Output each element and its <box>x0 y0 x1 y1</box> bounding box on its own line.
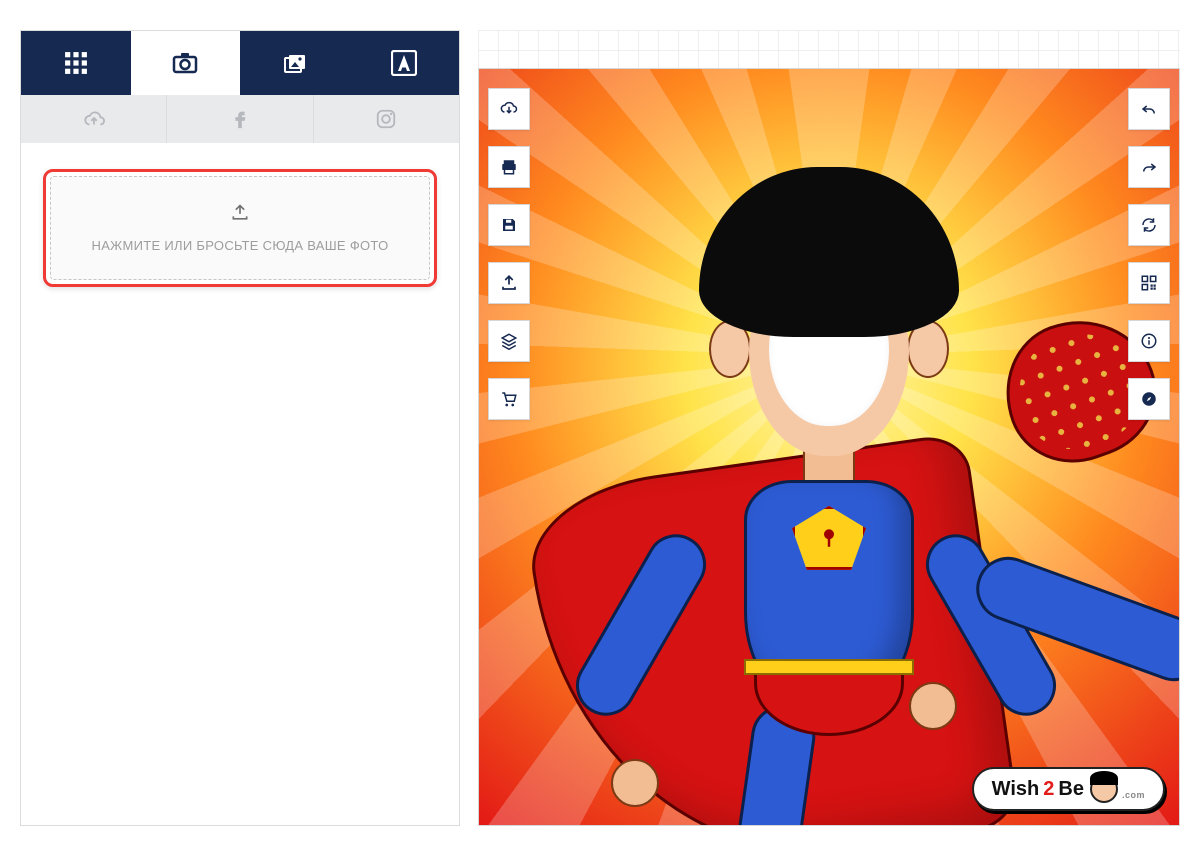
shop-button[interactable] <box>488 378 530 420</box>
redo-button[interactable] <box>1128 146 1170 188</box>
watermark-suffix: .com <box>1122 790 1145 800</box>
facebook-icon <box>229 108 251 130</box>
tab-templates[interactable] <box>21 31 131 95</box>
save-button[interactable] <box>488 204 530 246</box>
upload-body: НАЖМИТЕ ИЛИ БРОСЬТЕ СЮДА ВАШЕ ФОТО <box>21 143 459 825</box>
tab-images[interactable] <box>240 31 350 95</box>
undo-button[interactable] <box>1128 88 1170 130</box>
dropzone-text: НАЖМИТЕ ИЛИ БРОСЬТЕ СЮДА ВАШЕ ФОТО <box>65 238 415 253</box>
print-icon <box>500 158 518 176</box>
watermark-part2: 2 <box>1043 778 1054 801</box>
watermark-part1: Wish <box>992 778 1040 801</box>
upload-button[interactable] <box>488 262 530 304</box>
info-icon <box>1140 332 1158 350</box>
instagram-icon <box>375 108 397 130</box>
emblem-icon <box>814 523 844 553</box>
app-root: НАЖМИТЕ ИЛИ БРОСЬТЕ СЮДА ВАШЕ ФОТО <box>0 0 1200 846</box>
canvas-toolbar-left <box>488 88 530 420</box>
watermark: Wish2Be .com <box>972 767 1165 811</box>
tab-text[interactable] <box>350 31 460 95</box>
source-upload[interactable] <box>21 95 167 143</box>
qr-icon <box>1140 274 1158 292</box>
cart-icon <box>500 390 518 408</box>
hero-fist-right <box>909 682 957 730</box>
main-tabs <box>21 31 459 95</box>
save-icon <box>500 216 518 234</box>
layers-icon <box>500 332 518 350</box>
refresh-button[interactable] <box>1128 204 1170 246</box>
redo-icon <box>1140 158 1158 176</box>
hero-fist-left <box>611 759 659 807</box>
canvas-area[interactable]: Wish2Be .com <box>478 68 1180 826</box>
images-icon <box>282 50 308 76</box>
canvas-panel: Wish2Be .com <box>478 30 1180 826</box>
compass-button[interactable] <box>1128 378 1170 420</box>
superhero-template <box>509 205 1149 826</box>
grid-icon <box>63 50 89 76</box>
cloud-download-icon <box>500 100 518 118</box>
upload-icon <box>500 274 518 292</box>
photo-dropzone[interactable]: НАЖМИТЕ ИЛИ БРОСЬТЕ СЮДА ВАШЕ ФОТО <box>50 176 430 280</box>
download-button[interactable] <box>488 88 530 130</box>
cloud-upload-icon <box>83 108 105 130</box>
watermark-part3: Be <box>1058 778 1084 801</box>
photo-source-tabs <box>21 95 459 143</box>
upload-icon <box>230 203 250 223</box>
watermark-face-icon <box>1090 775 1118 803</box>
source-facebook[interactable] <box>167 95 313 143</box>
layers-button[interactable] <box>488 320 530 362</box>
undo-icon <box>1140 100 1158 118</box>
refresh-icon <box>1140 216 1158 234</box>
camera-icon <box>172 50 198 76</box>
left-panel: НАЖМИТЕ ИЛИ БРОСЬТЕ СЮДА ВАШЕ ФОТО <box>20 30 460 826</box>
print-button[interactable] <box>488 146 530 188</box>
info-button[interactable] <box>1128 320 1170 362</box>
text-a-icon <box>391 50 417 76</box>
compass-icon <box>1140 390 1158 408</box>
canvas-toolbar-right <box>1128 88 1170 420</box>
qr-button[interactable] <box>1128 262 1170 304</box>
tab-photo[interactable] <box>131 31 241 95</box>
source-instagram[interactable] <box>314 95 459 143</box>
hero-belt <box>744 659 914 675</box>
dropzone-highlight: НАЖМИТЕ ИЛИ БРОСЬТЕ СЮДА ВАШЕ ФОТО <box>43 169 437 287</box>
